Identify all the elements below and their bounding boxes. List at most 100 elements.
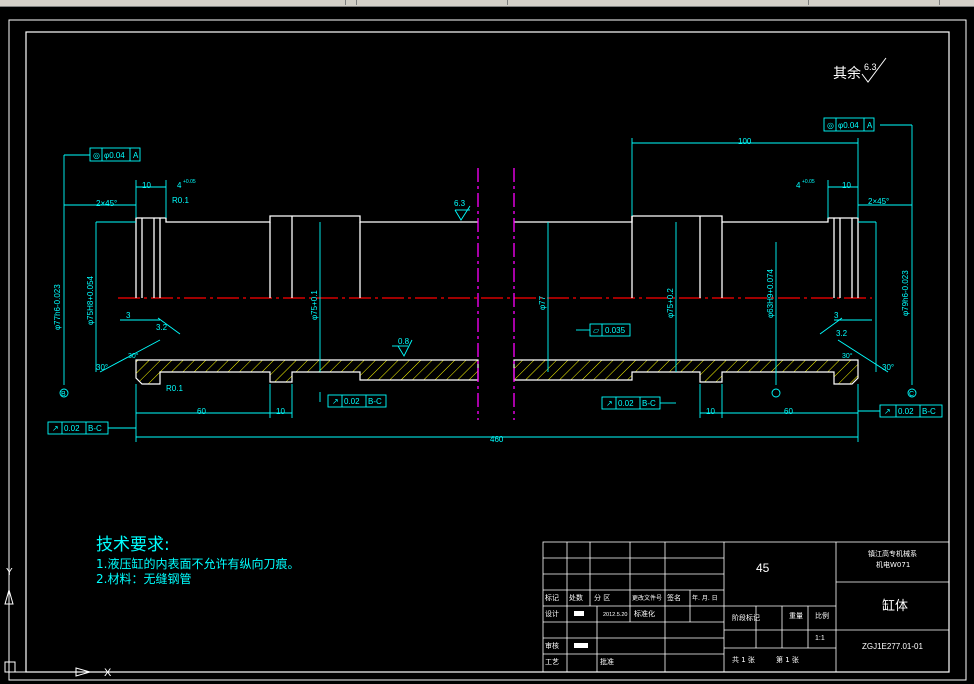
- toolbar-strip: [0, 0, 974, 7]
- dim-left-10-top: 10: [142, 181, 151, 190]
- svg-text:φ0.04: φ0.04: [104, 151, 125, 160]
- dim-left-3: 3: [126, 311, 131, 320]
- fcf-runout-left: ↗ 0.02 B-C: [47, 421, 109, 435]
- toolbar-segment[interactable]: [346, 0, 357, 5]
- label-review: 审核: [545, 641, 559, 650]
- concentricity-icon: ◎: [93, 151, 100, 160]
- svg-text:B-C: B-C: [642, 399, 656, 408]
- roughness-top: 6.3: [454, 199, 466, 208]
- part-name: 缸体: [882, 598, 908, 614]
- runout-icon: ↗: [884, 407, 891, 416]
- dim-center-dia: φ77: [538, 295, 547, 310]
- fcf-concentricity-right: ◎ φ0.04 A: [823, 117, 875, 132]
- fcf-runout-mid-right: ↗ 0.02 B-C: [601, 396, 661, 410]
- dim-left-4-tol: +0.05: [183, 179, 196, 185]
- break-lines: [477, 168, 515, 420]
- runout-icon: ↗: [332, 397, 339, 406]
- datum-c-label: C: [909, 391, 914, 398]
- dim-left-dia-bore: φ75H8+0.054: [86, 275, 95, 325]
- roughness-symbols: [397, 205, 471, 357]
- label-zone: 分 区: [594, 593, 610, 602]
- fcf-runout-mid-left: ↗ 0.02 B-C: [327, 394, 387, 408]
- surface-finish-value: 6.3: [864, 62, 877, 72]
- flatness-icon: ▱: [593, 326, 600, 335]
- dim-left-4: 4: [177, 181, 182, 190]
- svg-text:A: A: [867, 121, 873, 130]
- dim-right-10-top: 10: [842, 181, 851, 190]
- roughness-left: 3.2: [156, 323, 168, 332]
- dim-left-chamfer: 2×45°: [96, 199, 117, 208]
- label-change-doc: 更改文件号: [632, 594, 662, 602]
- label-process: 工艺: [545, 658, 559, 666]
- ucs-y-label: Y: [6, 567, 13, 578]
- svg-text:0.02: 0.02: [344, 397, 360, 406]
- hatched-section: [135, 359, 859, 385]
- label-scale: 比例: [815, 611, 829, 620]
- svg-text:φ0.04: φ0.04: [838, 121, 859, 130]
- label-weight: 重量: [789, 612, 803, 620]
- drawing-number: ZGJ1E277.01-01: [862, 642, 923, 651]
- svg-text:B-C: B-C: [88, 424, 102, 433]
- dim-right-dia-75: φ75+0.2: [666, 288, 675, 318]
- svg-text:A: A: [133, 151, 139, 160]
- fcf-runout-right: ↗ 0.02 B-C: [879, 404, 943, 418]
- concentricity-icon: ◎: [827, 121, 834, 130]
- label-date: 年. 月. 日: [692, 594, 718, 602]
- design-date: 2012.5.20: [603, 612, 627, 618]
- fcf-flatness: ▱ 0.035: [589, 323, 631, 337]
- label-signature: 签名: [667, 593, 681, 602]
- title-block-text: 45 镇江高专机械系 机电W071 缸体 ZGJ1E277.01-01 标记 处…: [545, 549, 923, 666]
- label-approve: 批准: [600, 657, 614, 666]
- dim-left-inner-angle: 30°: [128, 352, 139, 360]
- label-standardize: 标准化: [634, 609, 655, 618]
- scale-value: 1:1: [815, 635, 825, 642]
- runout-icon: ↗: [52, 424, 59, 433]
- tech-requirements-title: 技术要求:: [96, 535, 170, 555]
- material: 45: [756, 561, 770, 575]
- dim-left-60: 60: [197, 407, 206, 416]
- dim-right-100: 100: [738, 137, 752, 146]
- dim-right-10: 10: [706, 407, 715, 416]
- surface-finish-note: 其余 6.3: [833, 57, 887, 83]
- dim-left-dia-outer: φ77h6-0.023: [53, 284, 62, 330]
- class-name: 机电W071: [876, 560, 910, 569]
- dim-overall-length: 460: [490, 435, 504, 444]
- dim-left-angle: 30°: [96, 363, 108, 372]
- label-count: 处数: [569, 593, 583, 602]
- dim-right-inner-angle: 30°: [842, 352, 853, 360]
- dim-right-3: 3: [834, 311, 839, 320]
- dim-left-r: R0.1: [172, 196, 189, 205]
- dimension-lines: [59, 124, 917, 442]
- dim-right-angle: 30°: [882, 363, 894, 372]
- svg-text:B-C: B-C: [922, 407, 936, 416]
- label-stage: 阶段标记: [732, 613, 760, 622]
- toolbar-segment[interactable]: [809, 0, 940, 5]
- fcf-concentricity-left: ◎ φ0.04 A: [89, 147, 141, 162]
- school-name: 镇江高专机械系: [868, 549, 917, 558]
- toolbar-segment[interactable]: [508, 0, 809, 5]
- dim-right-60: 60: [784, 407, 793, 416]
- dim-right-dia-outer: φ79h6-0.023: [901, 270, 910, 316]
- cad-drawing-canvas[interactable]: 其余 6.3 460 60 10 60 10 100 10 10 2×45° 2…: [0, 7, 974, 684]
- svg-text:0.02: 0.02: [898, 407, 914, 416]
- roughness-right: 3.2: [836, 329, 848, 338]
- tech-requirement-item: 1.液压缸的内表面不允许有纵向刀痕。: [96, 556, 299, 571]
- toolbar-segment[interactable]: [357, 0, 508, 5]
- toolbar-segment[interactable]: [0, 0, 346, 5]
- dim-right-dia-bore: φ63H9+0.074: [766, 268, 775, 318]
- dim-left-r-bottom: R0.1: [166, 384, 183, 393]
- tech-requirement-item: 2.材料：无缝钢管: [96, 571, 191, 586]
- svg-text:0.02: 0.02: [64, 424, 80, 433]
- dim-left-dia-75: φ75+0.1: [310, 290, 319, 320]
- dim-right-4: 4: [796, 181, 801, 190]
- ucs-x-label: X: [104, 667, 112, 679]
- dim-right-chamfer: 2×45°: [868, 197, 889, 206]
- svg-text:0.035: 0.035: [605, 326, 626, 335]
- dim-right-4-tol: +0.05: [802, 179, 815, 185]
- tech-requirements: 技术要求: 1.液压缸的内表面不允许有纵向刀痕。 2.材料：无缝钢管: [96, 535, 299, 586]
- dimension-text: 460 60 10 60 10 100 10 10 2×45° 2×45° 4 …: [53, 137, 914, 444]
- roughness-mid: 0.8: [398, 337, 410, 346]
- dim-left-10: 10: [276, 407, 285, 416]
- surface-finish-prefix: 其余: [833, 65, 861, 82]
- svg-text:B-C: B-C: [368, 397, 382, 406]
